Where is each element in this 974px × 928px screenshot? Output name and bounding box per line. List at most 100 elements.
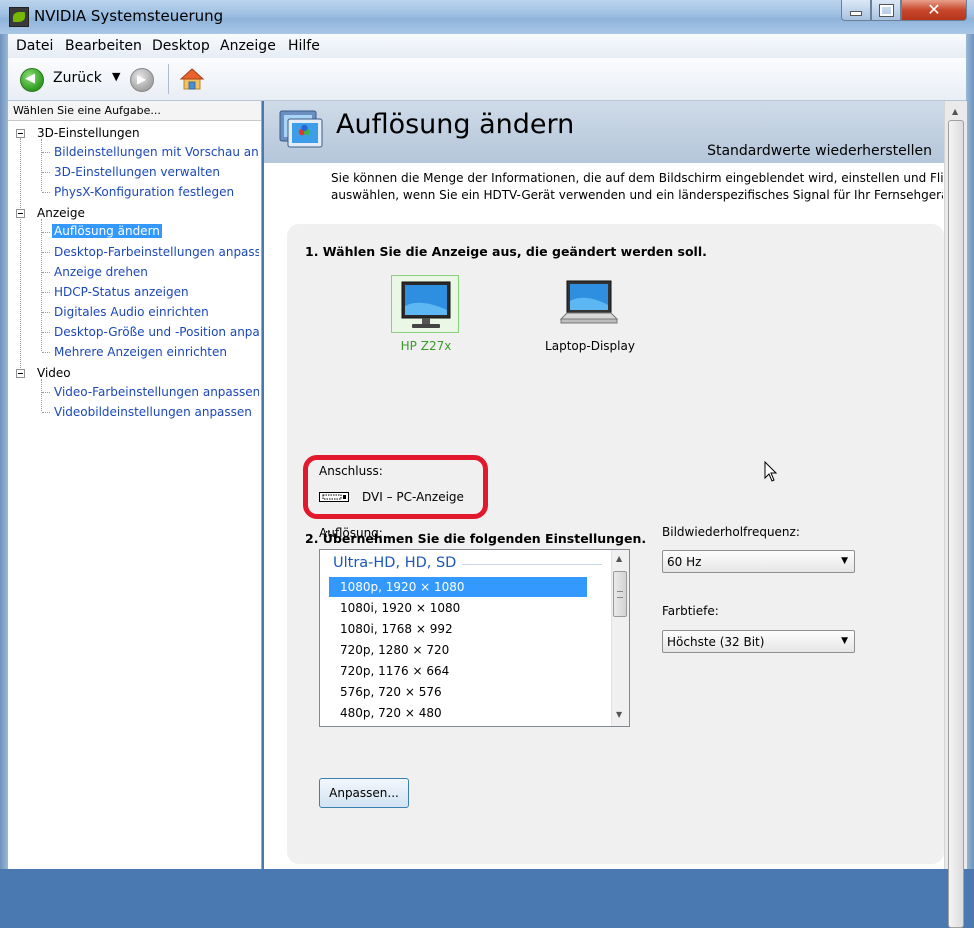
- refresh-rate-select[interactable]: 60 Hz ▼: [662, 550, 855, 573]
- tree-line: [42, 172, 50, 173]
- display-thumbnail: [555, 275, 623, 333]
- tree-line: [42, 392, 50, 393]
- tree-item-video-farbe[interactable]: Video-Farbeinstellungen anpassen: [54, 385, 259, 399]
- tree-category-3d[interactable]: 3D-Einstellungen: [37, 126, 140, 140]
- resolution-list-scrollbar[interactable]: ▲ ▼: [611, 550, 629, 726]
- restore-defaults-link[interactable]: Standardwerte wiederherstellen: [707, 143, 932, 159]
- connector-label: Anschluss:: [319, 464, 383, 478]
- close-icon: ✕: [927, 0, 941, 19]
- nvidia-app-icon: [9, 7, 29, 27]
- display-resolution-icon: [279, 110, 323, 148]
- refresh-rate-value: 60 Hz: [667, 555, 702, 569]
- tree-category-anzeige[interactable]: Anzeige: [37, 206, 85, 220]
- menu-desktop[interactable]: Desktop: [152, 38, 210, 54]
- mouse-pointer-icon: [764, 461, 778, 482]
- home-icon[interactable]: [179, 67, 205, 91]
- resolution-option[interactable]: 1080p, 1920 × 1080: [329, 577, 587, 597]
- resolution-option[interactable]: 576p, 720 × 576: [329, 682, 587, 702]
- scroll-up-arrow-icon[interactable]: ▲: [616, 554, 622, 563]
- tree-line: [41, 139, 42, 191]
- description-line: Sie können die Menge der Informationen, …: [331, 171, 943, 185]
- resolution-option[interactable]: 1080i, 1920 × 1080: [329, 598, 587, 618]
- tree-item-aufloesung-aendern[interactable]: Auflösung ändern: [52, 224, 162, 238]
- tree-item-hdcp-status[interactable]: HDCP-Status anzeigen: [54, 285, 259, 299]
- display-thumbnail: [391, 275, 459, 333]
- tree-item-physx[interactable]: PhysX-Konfiguration festlegen: [54, 185, 259, 199]
- tree-line: [42, 232, 50, 233]
- resolution-option[interactable]: 1080i, 1768 × 992: [329, 619, 587, 639]
- menu-bearbeiten[interactable]: Bearbeiten: [65, 38, 142, 54]
- scroll-down-arrow-icon[interactable]: ▼: [616, 710, 622, 719]
- window-border-left: [0, 34, 8, 869]
- tree-line: [42, 192, 50, 193]
- minimize-button[interactable]: [841, 0, 871, 21]
- resolution-list[interactable]: Ultra-HD, HD, SD 1080p, 1920 × 1080 1080…: [319, 549, 630, 727]
- close-button[interactable]: ✕: [901, 0, 967, 21]
- collapse-toggle-icon[interactable]: [16, 369, 25, 378]
- tree-line: [42, 252, 50, 253]
- tree-item-videobild[interactable]: Videobildeinstellungen anpassen: [54, 405, 259, 419]
- color-depth-label: Farbtiefe:: [662, 604, 719, 618]
- page-banner: Auflösung ändern Standardwerte wiederher…: [264, 101, 944, 163]
- tree-line: [42, 272, 50, 273]
- display-label: Laptop-Display: [545, 339, 635, 353]
- menu-anzeige[interactable]: Anzeige: [220, 38, 276, 54]
- collapse-toggle-icon[interactable]: [16, 209, 25, 218]
- tree-line: [42, 352, 50, 353]
- tree-item-desktop-groesse[interactable]: Desktop-Größe und -Position anpassen: [54, 325, 259, 339]
- task-panel: Wählen Sie eine Aufgabe... 3D-Einstellun…: [8, 101, 262, 869]
- settings-box: 1. Wählen Sie die Anzeige aus, die geänd…: [287, 224, 944, 864]
- task-panel-header: Wählen Sie eine Aufgabe...: [8, 101, 261, 121]
- menu-bar: Datei Bearbeiten Desktop Anzeige Hilfe: [8, 34, 966, 59]
- tree-line: [42, 412, 50, 413]
- tree-item-mehrere-anzeigen[interactable]: Mehrere Anzeigen einrichten: [54, 345, 259, 359]
- chevron-down-icon: ▼: [841, 556, 848, 566]
- resolution-label: Auflösung:: [319, 526, 383, 540]
- scroll-thumb[interactable]: [613, 571, 627, 617]
- toolbar: Zurück ▼: [8, 58, 966, 101]
- window-border-right: [966, 34, 974, 869]
- group-header-divider: [462, 564, 602, 565]
- scroll-up-arrow-icon[interactable]: ▲: [952, 107, 958, 116]
- tree-category-video[interactable]: Video: [37, 366, 71, 380]
- chevron-down-icon[interactable]: ▼: [112, 70, 120, 83]
- title-bar: NVIDIA Systemsteuerung ✕: [0, 0, 974, 34]
- dvi-connector-icon: [319, 492, 349, 502]
- resolution-option[interactable]: 480p, 720 × 480: [329, 703, 587, 723]
- menu-hilfe[interactable]: Hilfe: [288, 38, 320, 54]
- resolution-option[interactable]: 720p, 1280 × 720: [329, 640, 587, 660]
- customize-button[interactable]: Anpassen...: [319, 778, 409, 808]
- resolution-option[interactable]: 720p, 1176 × 664: [329, 661, 587, 681]
- step1-title: 1. Wählen Sie die Anzeige aus, die geänd…: [305, 244, 707, 259]
- tree-item-3d-verwalten[interactable]: 3D-Einstellungen verwalten: [54, 165, 259, 179]
- collapse-toggle-icon[interactable]: [16, 129, 25, 138]
- back-button[interactable]: Zurück: [53, 70, 102, 86]
- tree-item-digitales-audio[interactable]: Digitales Audio einrichten: [54, 305, 259, 319]
- tree-item-desktop-farbe[interactable]: Desktop-Farbeinstellungen anpassen: [54, 245, 259, 259]
- maximize-icon: [878, 4, 894, 17]
- laptop-icon: [559, 280, 619, 324]
- toolbar-separator: [168, 64, 169, 94]
- back-arrow-icon[interactable]: [20, 68, 44, 92]
- monitor-icon: [401, 281, 451, 328]
- display-label: HP Z27x: [400, 339, 452, 353]
- refresh-rate-label: Bildwiederholfrequenz:: [662, 525, 800, 539]
- tree-line: [20, 138, 21, 374]
- scroll-thumb[interactable]: [948, 120, 964, 928]
- description-line: auswählen, wenn Sie ein HDTV-Gerät verwe…: [331, 188, 943, 202]
- tree-line: [42, 292, 50, 293]
- menu-datei[interactable]: Datei: [16, 38, 53, 54]
- tree-line: [42, 312, 50, 313]
- tree-item-bildeinstellungen[interactable]: Bildeinstellungen mit Vorschau anpassen: [54, 145, 259, 159]
- maximize-button[interactable]: [871, 0, 901, 21]
- chevron-down-icon: ▼: [841, 636, 848, 646]
- tree-item-anzeige-drehen[interactable]: Anzeige drehen: [54, 265, 259, 279]
- color-depth-select[interactable]: Höchste (32 Bit) ▼: [662, 630, 855, 653]
- content-scrollbar[interactable]: ▲: [944, 101, 967, 928]
- page-description: Sie können die Menge der Informationen, …: [331, 170, 943, 204]
- tree-line: [41, 379, 42, 411]
- page-title: Auflösung ändern: [336, 109, 575, 140]
- forward-arrow-icon[interactable]: [130, 68, 154, 92]
- tree-line: [42, 152, 50, 153]
- window-title: NVIDIA Systemsteuerung: [34, 7, 224, 25]
